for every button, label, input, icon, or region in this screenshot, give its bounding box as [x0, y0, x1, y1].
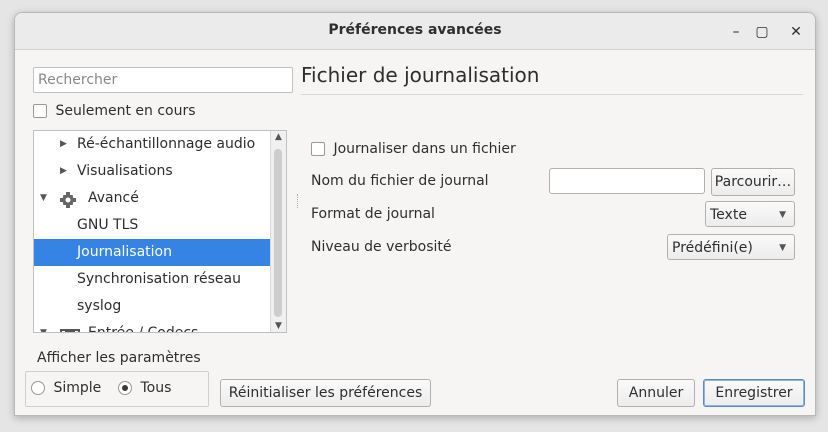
- log-filename-input[interactable]: [549, 168, 705, 194]
- all-radio[interactable]: [118, 381, 132, 395]
- browse-button[interactable]: Parcourir…: [711, 168, 795, 196]
- cancel-button[interactable]: Annuler: [617, 379, 695, 407]
- tree-item-netsync[interactable]: Synchronisation réseau: [34, 266, 270, 293]
- category-tree[interactable]: ▶ Ré-échantillonnage audio ▶ Visualisati…: [33, 130, 287, 333]
- chevron-down-icon: ▼: [779, 210, 786, 220]
- tree-item-label: Avancé: [88, 190, 139, 206]
- tree-item-label: Ré-échantillonnage audio: [77, 136, 256, 152]
- tree-item-input-codecs[interactable]: ▼ Entrée / Codecs: [34, 320, 270, 333]
- splitter-handle[interactable]: [297, 194, 300, 208]
- log-to-file-option[interactable]: Journaliser dans un fichier: [311, 141, 516, 157]
- tree-item-syslog[interactable]: syslog: [34, 293, 270, 320]
- tree-item-label: Visualisations: [77, 163, 173, 179]
- scroll-down-icon[interactable]: ▼: [275, 321, 282, 331]
- tree-item-logging[interactable]: Journalisation: [34, 239, 270, 266]
- title-separator: [301, 94, 803, 95]
- tree-item-advanced[interactable]: ▼ Avancé: [34, 185, 270, 212]
- scrollbar-thumb[interactable]: [274, 149, 282, 317]
- maximize-button[interactable]: ▢: [751, 21, 773, 43]
- verbosity-label: Niveau de verbosité: [311, 239, 452, 255]
- search-input[interactable]: [33, 67, 293, 93]
- simple-radio[interactable]: [31, 381, 45, 395]
- all-radio-label: Tous: [140, 380, 172, 396]
- gear-icon: [60, 191, 76, 208]
- all-radio-option[interactable]: Tous: [118, 380, 171, 396]
- expander-right-icon[interactable]: ▶: [60, 131, 67, 158]
- scroll-up-icon[interactable]: ▲: [275, 132, 282, 142]
- codec-icon: [60, 326, 80, 332]
- reset-preferences-button[interactable]: Réinitialiser les préférences: [220, 379, 431, 407]
- tree-item-label: syslog: [77, 298, 122, 314]
- close-button[interactable]: ✕: [785, 21, 807, 43]
- expander-right-icon[interactable]: ▶: [60, 158, 67, 185]
- only-current-option[interactable]: Seulement en cours: [33, 103, 196, 119]
- simple-radio-label: Simple: [53, 380, 102, 396]
- expander-down-icon[interactable]: ▼: [40, 320, 47, 332]
- log-format-value: Texte: [710, 207, 747, 223]
- section-title: Fichier de journalisation: [301, 63, 540, 87]
- window-title: Préférences avancées: [328, 22, 502, 38]
- tree-item-label: Entrée / Codecs: [88, 325, 199, 333]
- tree-item-visualizations[interactable]: ▶ Visualisations: [34, 158, 270, 185]
- expander-down-icon[interactable]: ▼: [40, 185, 47, 212]
- tree-scrollbar[interactable]: ▲ ▼: [270, 131, 286, 332]
- save-button[interactable]: Enregistrer: [703, 379, 805, 407]
- log-format-select[interactable]: Texte ▼: [705, 201, 795, 227]
- log-format-label: Format de journal: [311, 206, 435, 222]
- only-current-label: Seulement en cours: [55, 103, 196, 119]
- log-to-file-label: Journaliser dans un fichier: [333, 141, 516, 157]
- tree-item-resampling[interactable]: ▶ Ré-échantillonnage audio: [34, 131, 270, 158]
- tree-item-gnutls[interactable]: GNU TLS: [34, 212, 270, 239]
- minimize-button[interactable]: –: [725, 21, 747, 43]
- tree-item-label: Journalisation: [77, 244, 172, 260]
- only-current-checkbox[interactable]: [33, 104, 47, 118]
- log-filename-label: Nom du fichier de journal: [311, 173, 489, 189]
- tree-item-label: Synchronisation réseau: [77, 271, 241, 287]
- log-to-file-checkbox[interactable]: [311, 142, 325, 156]
- title-bar: Préférences avancées – ▢ ✕: [15, 13, 815, 50]
- chevron-down-icon: ▼: [779, 243, 786, 253]
- simple-radio-option[interactable]: Simple: [31, 380, 101, 396]
- tree-item-label: GNU TLS: [77, 217, 139, 233]
- verbosity-select[interactable]: Prédéfini(e) ▼: [667, 234, 795, 260]
- show-settings-label: Afficher les paramètres: [37, 350, 201, 366]
- verbosity-value: Prédéfini(e): [672, 240, 753, 256]
- settings-mode-group: Simple Tous: [25, 371, 209, 407]
- preferences-window: Préférences avancées – ▢ ✕ Seulement en …: [14, 12, 816, 416]
